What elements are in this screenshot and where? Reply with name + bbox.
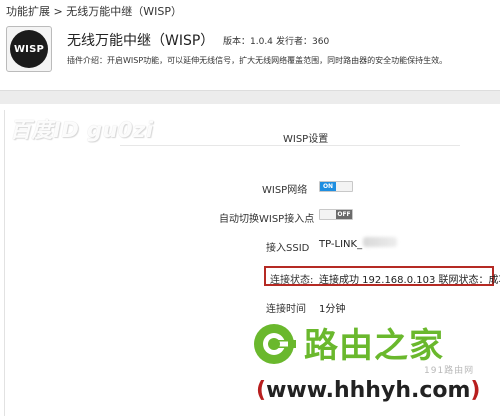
connection-status-label: 连接状态: [270,275,314,286]
auto-switch-toggle-knob: OFF [336,210,352,219]
plugin-publisher: 发行者：360 [276,37,330,47]
router-home-watermark: 路由之家 191路由网 [250,316,500,378]
ssid-value: TP-LINK_ [319,239,363,250]
panel-left-border [4,110,5,416]
auto-switch-label: 自动切换WISP接入点 [219,214,315,225]
url-text: www.hhhyh.com [266,378,471,403]
connection-time-value: 1分钟 [319,304,346,315]
url-paren-close: ) [470,378,481,403]
breadcrumb: 功能扩展 > 无线万能中继（WISP） [6,3,182,19]
url-paren-open: ( [256,378,267,403]
wisp-network-toggle-knob: ON [320,182,336,191]
breadcrumb-current: 无线万能中继（WISP） [66,5,182,18]
ssid-label: 接入SSID [266,243,310,254]
wisp-network-label: WISP网络 [262,185,308,196]
watermark-baidu-id: 百度ID gu0zi [10,118,154,142]
breadcrumb-separator: > [53,5,63,18]
router-home-logo-icon [254,324,296,364]
wisp-app-icon: WISP [6,26,52,72]
wisp-logo-icon: WISP [10,30,48,68]
wisp-icon-label: WISP [13,43,45,55]
ssid-blurred-suffix [363,237,397,247]
plugin-description: 插件介绍：开启WISP功能，可以延伸无线信号，扩大无线网络覆盖范围，同时路由器的… [67,56,448,65]
connection-status-value: 连接成功 192.168.0.103 联网状态：成功 [319,275,500,286]
auto-switch-toggle[interactable]: OFF [319,209,353,220]
site-url-watermark: (www.hhhyh.com) [256,378,480,403]
wisp-network-toggle[interactable]: ON [319,181,353,192]
section-divider [120,145,460,146]
breadcrumb-parent[interactable]: 功能扩展 [6,5,50,18]
plugin-version: 版本：1.0.4 [223,37,273,47]
plugin-title: 无线万能中继（WISP） [67,33,215,49]
plugin-header: WISP 无线万能中继（WISP） 版本：1.0.4 发行者：360 插件介绍：… [0,22,500,88]
section-title: WISP设置 [283,134,329,145]
connection-time-label: 连接时间 [266,304,306,315]
header-divider-bar [0,90,500,104]
router-home-logo-text: 路由之家 [304,326,444,366]
router-net-small-text: 191路由网 [424,366,475,376]
